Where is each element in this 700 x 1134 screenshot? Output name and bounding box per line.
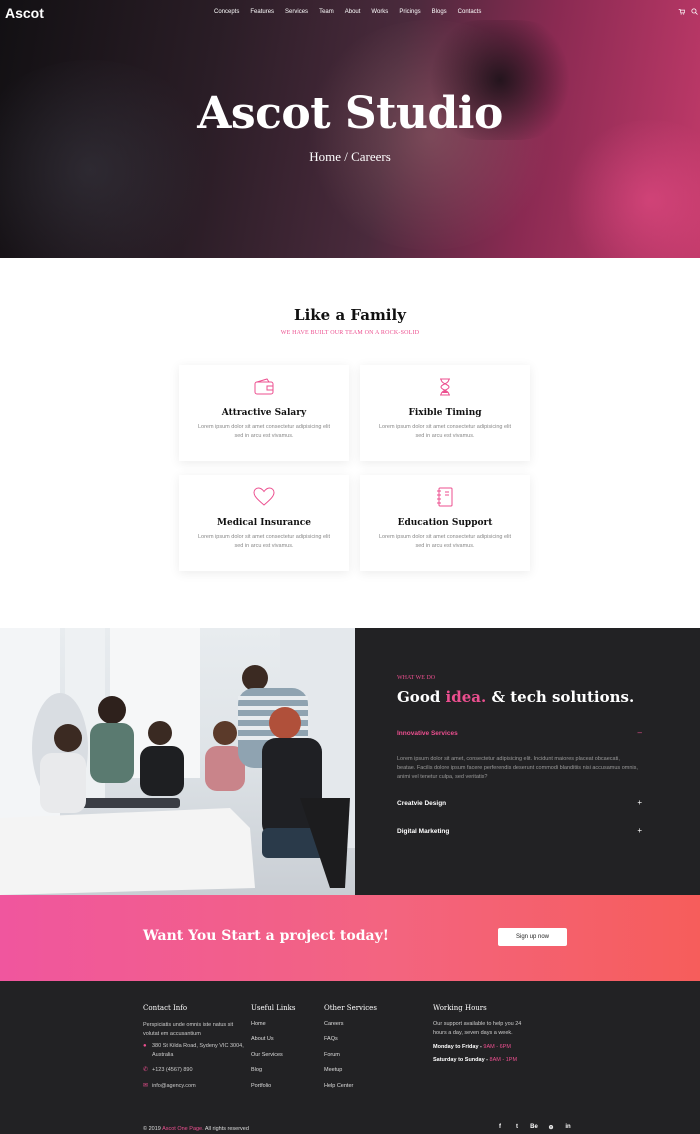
social-links: f t Be ⊕ in [495,1124,573,1131]
twitter-icon[interactable]: t [512,1124,522,1131]
nav-item-pricings[interactable]: Pricings [399,9,420,15]
nav-item-blogs[interactable]: Blogs [432,9,447,15]
header-icons [678,8,698,17]
title-part: & tech solutions. [491,688,635,706]
copyright-year: © 2019 [143,1126,161,1132]
site-footer: Contact Info Perspiciatis unde omnis ist… [0,981,700,1134]
copyright-brand-link[interactable]: Ascot One Page. [162,1126,204,1132]
cta-banner: Want You Start a project today! Sign up … [0,895,700,981]
copyright: © 2019 Ascot One Page. All rights reserv… [143,1126,249,1132]
weekday-time: 9AM - 6PM [483,1044,511,1050]
site-logo[interactable]: Ascot [5,5,44,21]
card-title: Attractive Salary [221,408,307,418]
benefit-card-timing: Fixible Timing Lorem ipsum dolor sit ame… [360,365,530,461]
footer-link-blog[interactable]: Blog [251,1067,262,1073]
expand-icon[interactable]: + [637,798,642,807]
accordion-body: Lorem ipsum dolor sit amet, consectetur … [397,756,638,780]
expand-icon[interactable]: + [637,826,642,835]
hourglass-icon [360,377,530,397]
section-title: Good idea. & tech solutions. [397,688,634,706]
footer-link-portfolio[interactable]: Portfolio [251,1083,271,1089]
hero-banner: Ascot Concepts Features Services Team Ab… [0,0,700,258]
working-hours-description: Our support available to help you 24 hou… [433,1021,522,1036]
section-title: Like a Family [294,306,406,324]
section-eyebrow: WHAT WE DO [397,675,436,681]
nav-item-contacts[interactable]: Contacts [458,9,482,15]
footer-link-forum[interactable]: Forum [324,1052,340,1058]
copyright-rights: All rights reserved [204,1126,249,1132]
hero-background-shape [560,120,700,258]
cart-icon[interactable] [678,8,686,17]
dribbble-icon[interactable]: ⊕ [546,1124,556,1131]
card-title: Education Support [397,518,493,528]
card-title: Medical Insurance [217,518,311,528]
accordion-title-innovative[interactable]: Innovative Services [397,730,458,737]
collapse-icon[interactable]: – [638,728,642,737]
location-pin-icon: ● [143,1043,147,1049]
footer-heading-useful: Useful Links [251,1004,296,1012]
title-highlight: idea. [445,688,487,706]
footer-link-help[interactable]: Help Center [324,1083,353,1089]
contact-email[interactable]: info@agency.com [152,1082,196,1091]
what-we-do-panel: WHAT WE DO Good idea. & tech solutions. … [355,628,700,895]
card-title: Fixible Timing [408,408,482,418]
nav-item-team[interactable]: Team [319,9,334,15]
page-title: Ascot Studio [197,88,503,139]
nav-item-features[interactable]: Features [250,9,274,15]
behance-icon[interactable]: Be [529,1124,539,1131]
nav-item-about[interactable]: About [345,9,361,15]
accordion-title-design[interactable]: Creatvie Design [397,800,446,807]
facebook-icon[interactable]: f [495,1124,505,1131]
nav-item-works[interactable]: Works [371,9,388,15]
card-description: Lorem ipsum dolor sit amet consectetur a… [197,424,331,439]
nav-item-concepts[interactable]: Concepts [214,9,239,15]
weekend-hours: Saturday to Sunday - 8AM - 1PM [433,1056,517,1065]
email-icon: ✉ [143,1083,149,1089]
contact-address: 380 St Kilda Road, Sydeny VIC 3004, Aust… [152,1043,244,1058]
card-description: Lorem ipsum dolor sit amet consectetur a… [378,424,512,439]
footer-link-about[interactable]: About Us [251,1036,274,1042]
footer-link-home[interactable]: Home [251,1021,266,1027]
footer-link-services[interactable]: Our Services [251,1052,283,1058]
accordion-title-marketing[interactable]: Digital Marketing [397,828,449,835]
benefit-card-salary: Attractive Salary Lorem ipsum dolor sit … [179,365,349,461]
contact-description: Perspiciatis unde omnis iste natus sit v… [143,1022,234,1037]
search-icon[interactable] [691,8,698,17]
nav-item-services[interactable]: Services [285,9,308,15]
breadcrumb[interactable]: Home / Careers [0,149,700,165]
benefit-card-medical: Medical Insurance Lorem ipsum dolor sit … [179,475,349,571]
notebook-icon [360,487,530,507]
sign-up-button[interactable]: Sign up now [498,928,567,946]
phone-icon: ✆ [143,1067,149,1073]
weekend-time: 8AM - 1PM [489,1057,518,1063]
weekday-label: Monday to Friday - [433,1044,482,1050]
team-photo [0,628,355,895]
linkedin-icon[interactable]: in [563,1124,573,1131]
contact-phone[interactable]: +123 (4567) 890 [152,1066,193,1075]
title-part: Good [397,688,441,706]
main-nav: Concepts Features Services Team About Wo… [214,9,492,15]
footer-heading-working: Working Hours [433,1004,487,1012]
footer-heading-other: Other Services [324,1004,377,1012]
footer-link-meetup[interactable]: Meetup [324,1067,342,1073]
weekday-hours: Monday to Friday - 9AM - 6PM [433,1043,511,1052]
footer-link-careers[interactable]: Careers [324,1021,344,1027]
card-description: Lorem ipsum dolor sit amet consectetur a… [378,534,512,549]
weekend-label: Saturday to Sunday - [433,1057,489,1063]
footer-heading-contact: Contact Info [143,1004,188,1012]
benefit-card-education: Education Support Lorem ipsum dolor sit … [360,475,530,571]
footer-link-faqs[interactable]: FAQs [324,1036,338,1042]
section-subtitle: WE HAVE BUILT OUR TEAM ON A ROCK-SOLID [280,330,420,336]
cta-heading: Want You Start a project today! [143,928,389,944]
heart-icon [179,487,349,507]
wallet-icon [179,377,349,397]
card-description: Lorem ipsum dolor sit amet consectetur a… [197,534,331,549]
